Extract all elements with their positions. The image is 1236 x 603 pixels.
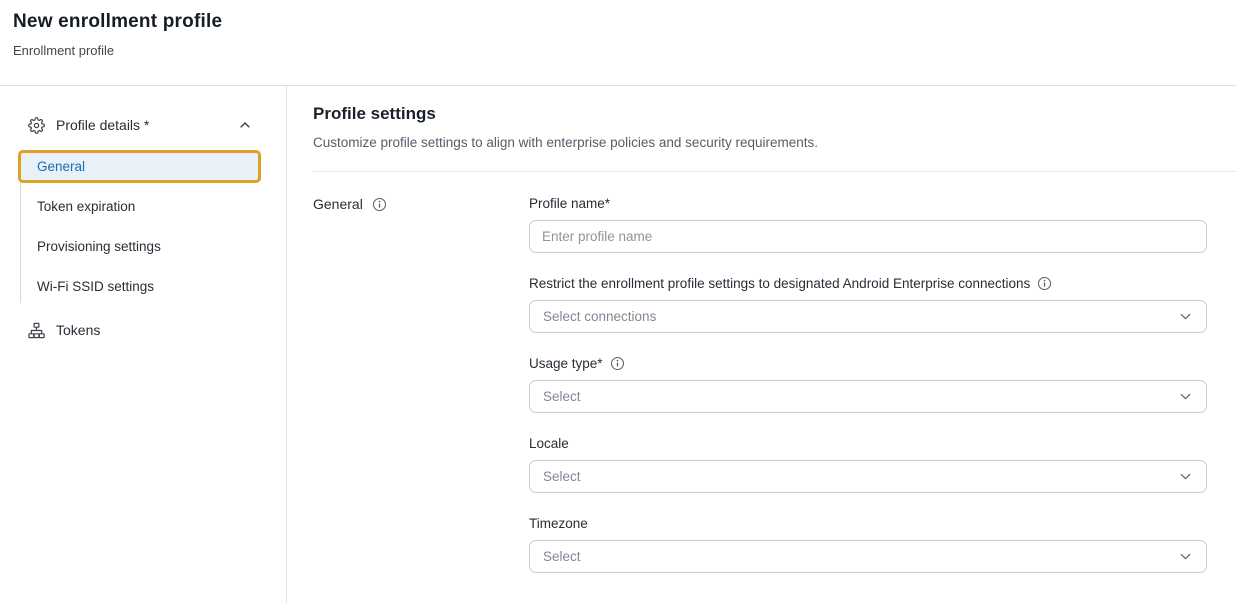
sidebar-item-provisioning-settings[interactable]: Provisioning settings [20,227,286,267]
sidebar-item-general[interactable]: General [18,150,261,183]
page-subtitle: Enrollment profile [13,43,1222,58]
usage-type-select[interactable]: Select [529,380,1207,413]
form-content: General Profile name* [313,196,1236,596]
sidebar-tokens-label: Tokens [56,322,100,338]
form-section-label: General [313,196,363,212]
chevron-down-icon [1178,469,1193,484]
locale-label: Locale [529,436,1207,451]
info-icon[interactable] [1037,276,1052,291]
locale-select-value: Select [543,469,581,484]
info-icon[interactable] [610,356,625,371]
page-title: New enrollment profile [13,11,1222,33]
main-panel: Profile settings Customize profile setti… [287,86,1236,603]
info-icon[interactable] [372,197,387,212]
locale-label-text: Locale [529,436,569,451]
section-description: Customize profile settings to align with… [313,135,1236,150]
profile-name-input[interactable] [529,220,1207,253]
sidebar-group-label: Profile details * [56,117,238,133]
sitemap-icon [28,322,45,339]
form-fields: Profile name* Restrict the enrollment pr… [529,196,1207,596]
chevron-down-icon [1178,389,1193,404]
usage-type-label-text: Usage type* [529,356,603,371]
page-body: Profile details * General Token expirati… [0,86,1236,603]
restrict-connections-label: Restrict the enrollment profile settings… [529,276,1207,291]
field-usage-type: Usage type* Select [529,356,1207,413]
divider [313,171,1236,172]
field-timezone: Timezone Select [529,516,1207,573]
sidebar-group-profile-details[interactable]: Profile details * [0,111,286,139]
locale-select[interactable]: Select [529,460,1207,493]
connections-select-value: Select connections [543,309,656,324]
form-section-general: General [313,196,529,212]
timezone-select[interactable]: Select [529,540,1207,573]
timezone-select-value: Select [543,549,581,564]
chevron-down-icon [1178,549,1193,564]
field-profile-name: Profile name* [529,196,1207,253]
gear-icon [28,117,45,134]
restrict-connections-label-text: Restrict the enrollment profile settings… [529,276,1030,291]
sidebar: Profile details * General Token expirati… [0,86,287,603]
sidebar-item-wifi-ssid-settings[interactable]: Wi-Fi SSID settings [20,267,286,307]
profile-name-label-text: Profile name* [529,196,610,211]
section-title: Profile settings [313,104,1236,124]
usage-type-label: Usage type* [529,356,1207,371]
field-locale: Locale Select [529,436,1207,493]
timezone-label: Timezone [529,516,1207,531]
sidebar-item-tokens[interactable]: Tokens [0,316,286,344]
sidebar-item-token-expiration[interactable]: Token expiration [20,187,286,227]
chevron-down-icon [1178,309,1193,324]
connections-select[interactable]: Select connections [529,300,1207,333]
page-header: New enrollment profile Enrollment profil… [0,0,1236,86]
profile-name-label: Profile name* [529,196,1207,211]
field-restrict-connections: Restrict the enrollment profile settings… [529,276,1207,333]
sidebar-subitems: General Token expiration Provisioning se… [20,150,286,307]
timezone-label-text: Timezone [529,516,588,531]
usage-type-select-value: Select [543,389,581,404]
chevron-up-icon[interactable] [238,118,252,132]
